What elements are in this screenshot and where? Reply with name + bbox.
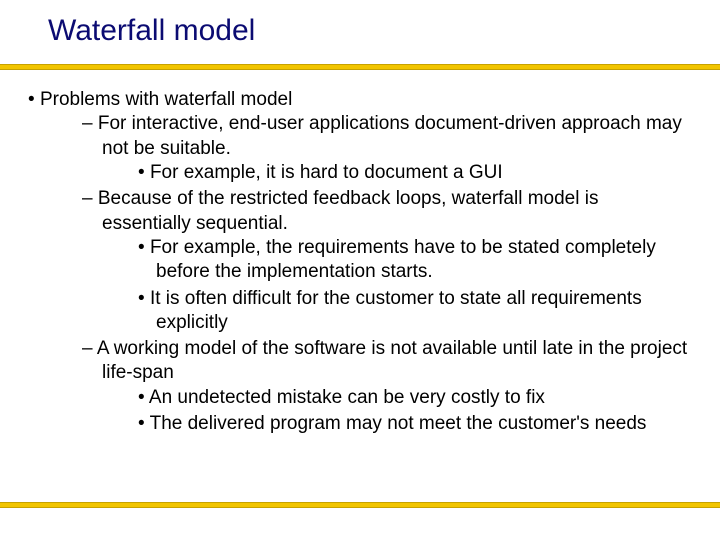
bullet-l0-0: Problems with waterfall model For intera… xyxy=(28,88,692,436)
divider-bottom xyxy=(0,502,720,508)
bullet-l2-1: For example, the requirements have to be… xyxy=(138,236,692,285)
bullet-text: For interactive, end-user applications d… xyxy=(98,113,682,158)
bullet-l2-3: An undetected mistake can be very costly… xyxy=(138,386,692,410)
bullet-text: An undetected mistake can be very costly… xyxy=(149,387,545,408)
bullet-text: The delivered program may not meet the c… xyxy=(150,413,647,434)
slide: Waterfall model Problems with waterfall … xyxy=(0,0,720,540)
bullet-text: Because of the restricted feedback loops… xyxy=(98,188,599,233)
bullet-text: For example, the requirements have to be… xyxy=(150,237,656,282)
bullet-l1-0: For interactive, end-user applications d… xyxy=(82,112,692,185)
bullet-l1-1: Because of the restricted feedback loops… xyxy=(82,187,692,335)
bullet-text: For example, it is hard to document a GU… xyxy=(150,162,503,183)
bullet-l2-4: The delivered program may not meet the c… xyxy=(138,412,692,436)
divider-top xyxy=(0,64,720,70)
bullet-l2-2: It is often difficult for the customer t… xyxy=(138,287,692,336)
bullet-l2-0: For example, it is hard to document a GU… xyxy=(138,161,692,185)
bullet-text: A working model of the software is not a… xyxy=(97,338,687,383)
slide-body: Problems with waterfall model For intera… xyxy=(28,88,692,438)
bullet-text: It is often difficult for the customer t… xyxy=(150,288,642,333)
bullet-l1-2: A working model of the software is not a… xyxy=(82,337,692,436)
bullet-text: Problems with waterfall model xyxy=(40,89,292,110)
slide-title: Waterfall model xyxy=(48,14,255,48)
